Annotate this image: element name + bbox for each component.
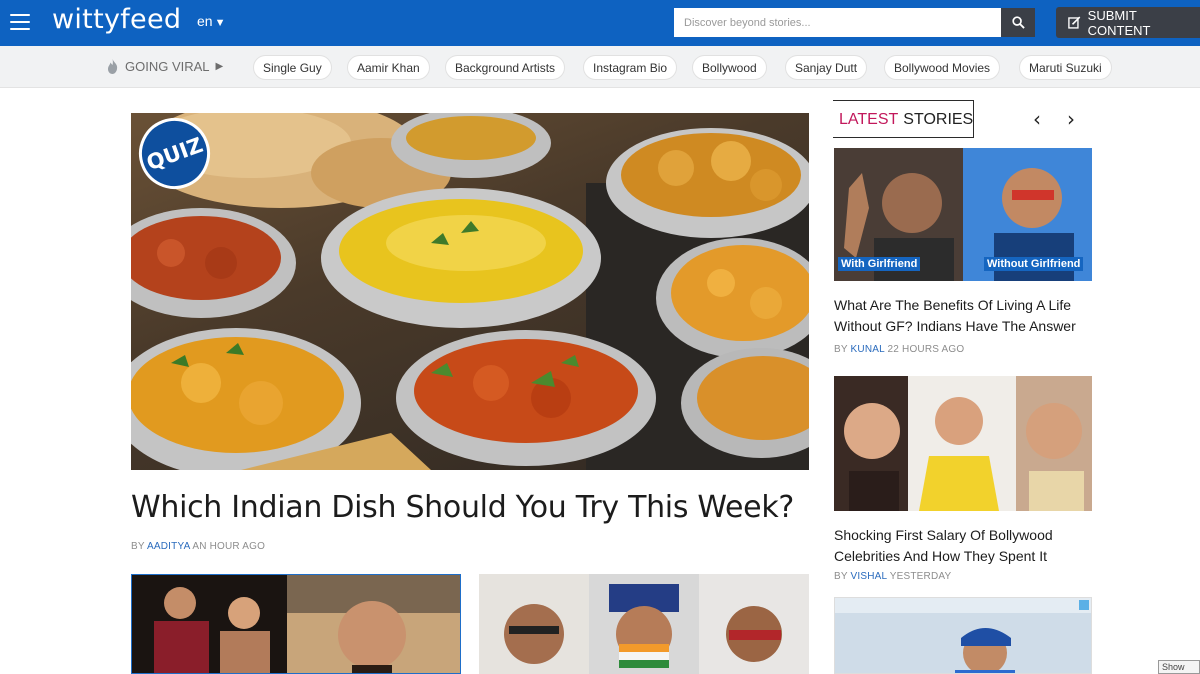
search-icon: [1011, 16, 1025, 29]
indian-food-photo: [131, 113, 809, 470]
submit-content-label: SUBMIT CONTENT: [1087, 7, 1151, 38]
ad-photo: [835, 598, 1091, 673]
going-viral-label: GOING VIRAL ▶: [107, 59, 223, 74]
latest-stories-rest: STORIES: [903, 110, 974, 128]
heading-divider: [833, 137, 974, 138]
story-card-thumbnail[interactable]: [479, 574, 809, 674]
story-meta: BY VISHAL YESTERDAY: [834, 571, 951, 582]
byline-prefix: BY: [834, 344, 848, 355]
edit-icon: [1068, 16, 1081, 29]
viral-tag[interactable]: Instagram Bio: [583, 55, 678, 80]
featured-story-title[interactable]: Which Indian Dish Should You Try This We…: [131, 490, 809, 525]
caret-right-icon: ▶: [215, 61, 224, 72]
flame-icon: [108, 59, 118, 74]
author-link[interactable]: KUNAL: [851, 344, 885, 355]
image-caption-left: With Girlfriend: [838, 257, 921, 271]
viral-tag[interactable]: Aamir Khan: [347, 55, 430, 80]
show-all-tooltip[interactable]: Show all: [1158, 660, 1200, 674]
byline-prefix: BY: [834, 571, 848, 582]
story-thumbnail[interactable]: [834, 376, 1092, 511]
top-navigation-bar: wittyfeed en▼ SUBMIT CONTENT: [0, 0, 1200, 46]
couple-photo: [132, 575, 460, 673]
publish-time: AN HOUR AGO: [192, 541, 266, 552]
going-viral-bar: GOING VIRAL ▶ Single Guy Aamir Khan Back…: [0, 46, 1200, 88]
story-thumbnail[interactable]: With Girlfriend Without Girlfriend: [834, 148, 1092, 281]
featured-story-meta: BY AADITYA AN HOUR AGO: [131, 541, 265, 552]
latest-stories-accent: LATEST: [839, 110, 899, 128]
bollywood-actresses-photo: [834, 376, 1092, 511]
story-title[interactable]: What Are The Benefits Of Living A Life W…: [834, 295, 1096, 337]
chevron-left-icon[interactable]: ‹: [1027, 108, 1047, 130]
submit-content-button[interactable]: SUBMIT CONTENT: [1056, 7, 1200, 38]
viral-tag[interactable]: Bollywood Movies: [884, 55, 1001, 80]
chevron-right-icon[interactable]: ›: [1061, 108, 1081, 130]
viral-tag[interactable]: Background Artists: [445, 55, 566, 80]
author-link[interactable]: AADITYA: [147, 541, 190, 552]
search-button[interactable]: [1001, 8, 1035, 37]
latest-stories-heading: LATEST STORIES: [833, 100, 974, 138]
search-input[interactable]: [674, 8, 1001, 37]
featured-story-image[interactable]: [131, 113, 809, 470]
image-caption-right: Without Girlfriend: [984, 257, 1084, 271]
viral-tag[interactable]: Maruti Suzuki: [1019, 55, 1112, 80]
viral-tag[interactable]: Single Guy: [253, 55, 332, 80]
viral-tag[interactable]: Bollywood: [692, 55, 767, 80]
cricketers-photo: [479, 574, 809, 674]
author-link[interactable]: VISHAL: [851, 571, 887, 582]
story-title[interactable]: Shocking First Salary Of Bollywood Celeb…: [834, 525, 1096, 567]
advertisement[interactable]: [834, 597, 1092, 674]
going-viral-text: GOING VIRAL: [125, 59, 210, 74]
byline-prefix: BY: [131, 541, 145, 552]
viral-tag[interactable]: Sanjay Dutt: [785, 55, 868, 80]
language-label: en: [197, 13, 213, 29]
story-card-thumbnail[interactable]: [131, 574, 461, 674]
chevron-down-icon: ▼: [214, 17, 226, 29]
publish-time: 22 HOURS AGO: [887, 344, 965, 355]
ad-choices-icon[interactable]: [1079, 600, 1089, 610]
story-meta: BY KUNAL 22 HOURS AGO: [834, 344, 964, 355]
language-selector[interactable]: en ▼: [197, 13, 225, 29]
site-logo[interactable]: wittyfeed: [52, 4, 181, 35]
publish-time: YESTERDAY: [889, 571, 952, 582]
menu-icon[interactable]: [10, 14, 30, 30]
